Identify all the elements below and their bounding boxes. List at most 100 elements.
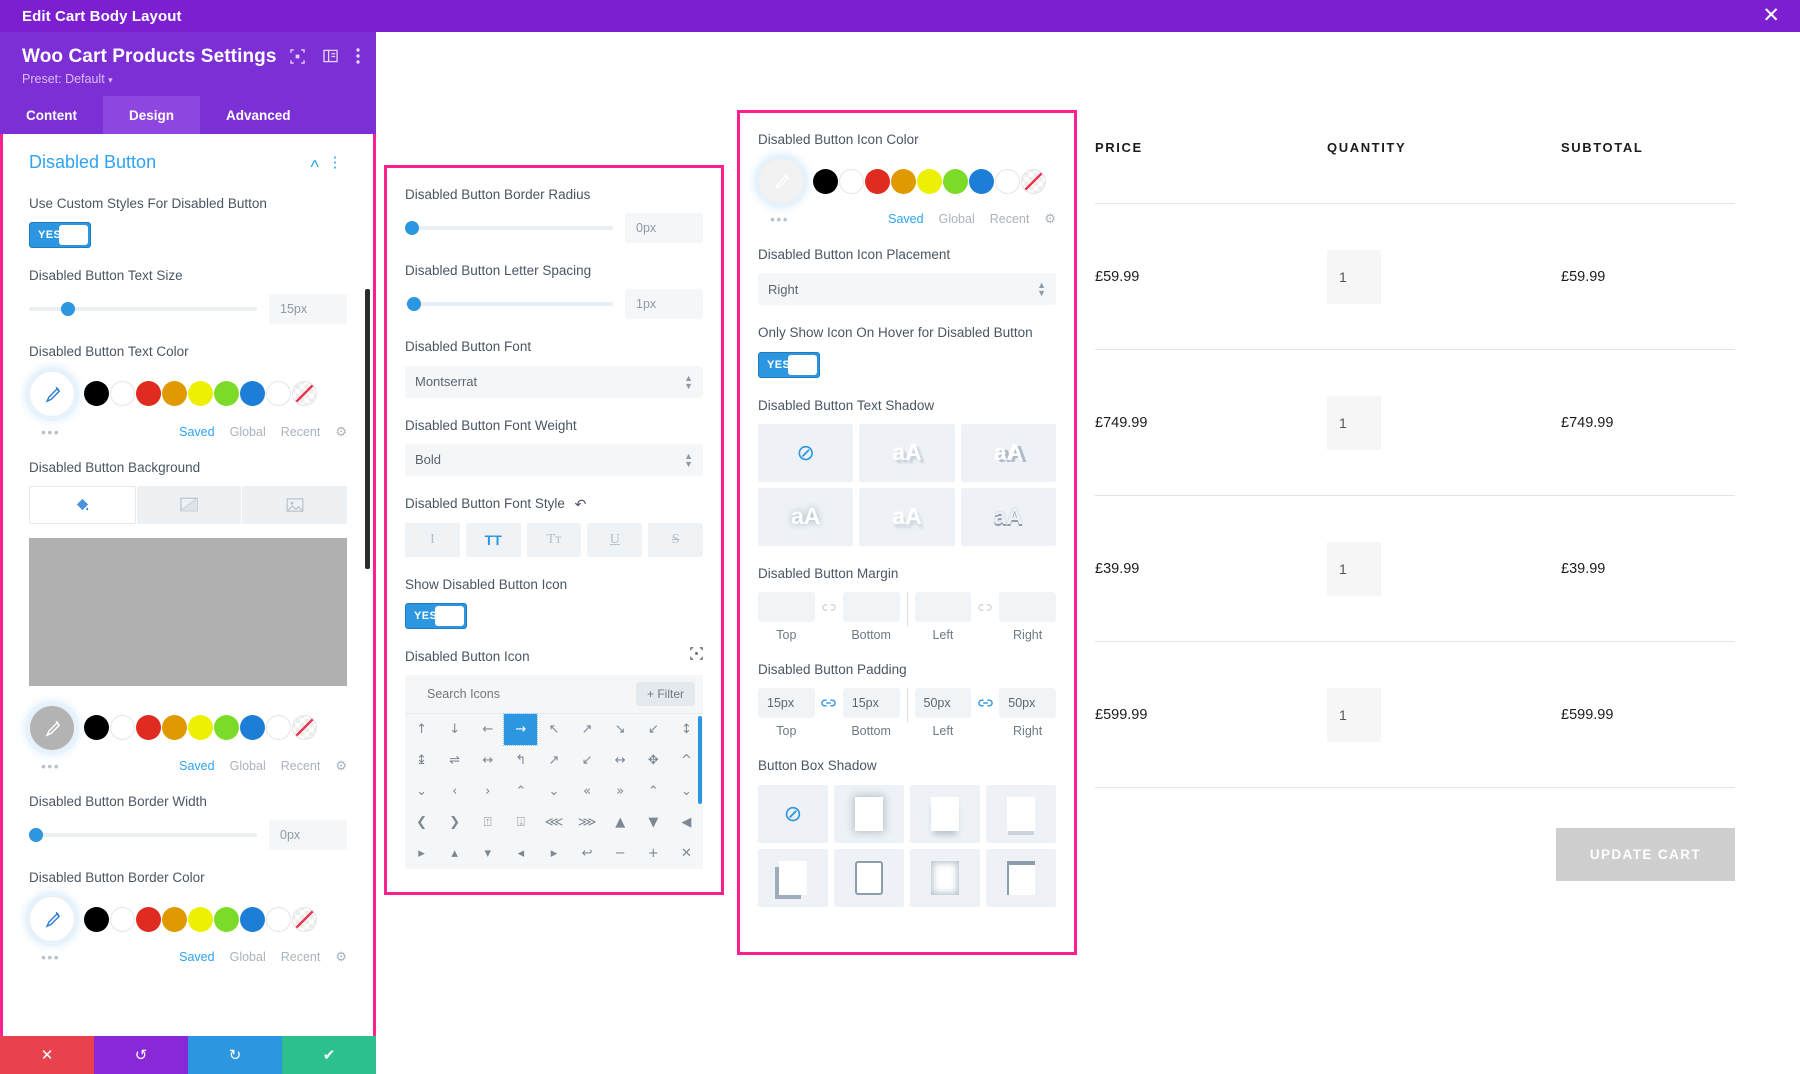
slider-knob[interactable] (60, 302, 75, 317)
icon-option[interactable]: ◂ (504, 838, 537, 869)
padding-link-horizontal-icon[interactable] (971, 688, 999, 718)
icon-option[interactable]: ✕ (670, 838, 703, 869)
margin-link-vertical-icon[interactable] (815, 592, 843, 622)
icon-option[interactable]: « (571, 776, 604, 807)
palette-tab-saved[interactable]: Saved (179, 950, 214, 964)
swatch-orange[interactable] (162, 906, 187, 932)
palette-tab-recent[interactable]: Recent (281, 759, 321, 773)
update-cart-button[interactable]: UPDATE CART (1555, 828, 1735, 881)
icon-option[interactable]: ↩ (571, 838, 604, 869)
box-shadow-option-6[interactable] (834, 848, 904, 907)
icon-option[interactable]: → (503, 713, 539, 747)
icon-option[interactable]: ▸ (537, 838, 570, 869)
palette-tab-recent[interactable]: Recent (281, 425, 321, 439)
focus-icon[interactable] (290, 48, 305, 64)
margin-link-horizontal-icon[interactable] (971, 592, 999, 622)
font-select[interactable]: Montserrat ▲ ▼ (405, 365, 703, 398)
icon-option[interactable]: › (471, 776, 504, 807)
icon-option[interactable]: ▸ (405, 838, 438, 869)
icon-option[interactable]: ⋘ (537, 807, 570, 838)
close-icon[interactable]: ✕ (1762, 5, 1780, 26)
swatch-orange[interactable] (891, 168, 916, 194)
swatch-white[interactable] (110, 715, 135, 741)
swatch-red[interactable] (136, 906, 161, 932)
gear-icon[interactable]: ⚙ (335, 949, 347, 965)
palette-tab-recent[interactable]: Recent (281, 950, 321, 964)
box-shadow-option-7[interactable] (910, 848, 980, 907)
icon-option[interactable]: ↖ (537, 714, 570, 745)
tab-advanced[interactable]: Advanced (200, 96, 317, 134)
gear-icon[interactable]: ⚙ (335, 424, 347, 440)
search-input[interactable] (427, 687, 567, 702)
font-style-smallcaps-button[interactable]: Tᴛ (526, 522, 582, 557)
swatch-black[interactable] (84, 906, 109, 932)
border-radius-value[interactable]: 0px (625, 213, 703, 244)
swatch-black[interactable] (84, 381, 109, 407)
quantity-input[interactable]: 1 (1327, 249, 1381, 304)
swatch-transparent[interactable] (292, 381, 317, 407)
box-shadow-option-8[interactable] (986, 848, 1056, 907)
text-shadow-option-3[interactable]: aA (960, 423, 1056, 482)
quantity-input[interactable]: 1 (1327, 541, 1381, 596)
icon-grid-scrollbar[interactable] (698, 716, 702, 805)
box-shadow-option-2[interactable] (834, 784, 904, 843)
filter-button[interactable]: + Filter (635, 682, 695, 707)
icon-option[interactable]: ← (471, 714, 504, 745)
text-shadow-option-none[interactable]: ⊘ (758, 423, 854, 482)
border-width-slider[interactable] (29, 824, 257, 846)
focus-icon[interactable] (690, 647, 703, 665)
text-shadow-option-4[interactable]: aA (758, 487, 854, 546)
box-shadow-option-3[interactable] (910, 784, 980, 843)
tab-design[interactable]: Design (103, 96, 201, 134)
swatch-yellow[interactable] (917, 168, 942, 194)
bg-tab-color-icon[interactable] (29, 485, 136, 524)
swatch-white-2[interactable] (995, 168, 1020, 194)
box-shadow-option-4[interactable] (986, 784, 1056, 843)
icon-option[interactable]: ◀ (670, 807, 703, 838)
border-width-value[interactable]: 0px (269, 820, 347, 851)
show-icon-toggle[interactable]: YES (405, 602, 467, 629)
swatch-orange[interactable] (162, 381, 187, 407)
section-more-icon[interactable]: ⋮ (328, 153, 344, 171)
palette-tab-saved[interactable]: Saved (179, 425, 214, 439)
discard-button[interactable]: ✕ (0, 1036, 94, 1074)
layout-icon[interactable] (323, 49, 338, 63)
gear-icon[interactable]: ⚙ (335, 758, 347, 774)
box-shadow-option-none[interactable]: ⊘ (758, 784, 828, 843)
icon-option[interactable]: ↰ (504, 745, 537, 776)
icon-option[interactable]: ↗ (537, 745, 570, 776)
eyedropper-picker-button[interactable] (29, 896, 75, 943)
swatch-blue[interactable] (240, 381, 265, 407)
eyedropper-picker-button[interactable] (29, 370, 75, 417)
palette-tab-global[interactable]: Global (230, 950, 266, 964)
swatch-white-2[interactable] (266, 381, 291, 407)
swatch-red[interactable] (865, 168, 890, 194)
gear-icon[interactable]: ⚙ (1044, 211, 1056, 227)
swatch-blue[interactable] (240, 715, 265, 741)
bg-tab-image-icon[interactable] (242, 485, 348, 524)
panel-scrollbar[interactable] (365, 289, 370, 569)
swatch-yellow[interactable] (188, 381, 213, 407)
palette-more-icon[interactable]: ••• (41, 949, 60, 965)
icon-option[interactable]: ↑ (405, 714, 438, 745)
redo-button[interactable]: ↻ (188, 1036, 282, 1074)
icon-option[interactable]: ⌃ (504, 776, 537, 807)
margin-bottom-input[interactable] (842, 592, 900, 623)
icon-option[interactable]: ↔ (471, 745, 504, 776)
padding-right-input[interactable]: 50px (999, 688, 1056, 719)
swatch-green[interactable] (943, 168, 968, 194)
quantity-input[interactable]: 1 (1327, 687, 1381, 742)
chevron-up-icon[interactable]: ^ (311, 157, 319, 178)
swatch-blue[interactable] (969, 168, 994, 194)
swatch-white[interactable] (839, 168, 864, 194)
eyedropper-picker-button[interactable] (29, 704, 75, 751)
icon-option[interactable]: ⋙ (571, 807, 604, 838)
swatch-white[interactable] (110, 906, 135, 932)
swatch-blue[interactable] (240, 906, 265, 932)
only-hover-toggle[interactable]: YES (758, 351, 820, 378)
icon-option[interactable]: ‹ (438, 776, 471, 807)
palette-more-icon[interactable]: ••• (41, 758, 60, 774)
palette-more-icon[interactable]: ••• (770, 211, 789, 227)
swatch-green[interactable] (214, 715, 239, 741)
swatch-white-2[interactable] (266, 906, 291, 932)
